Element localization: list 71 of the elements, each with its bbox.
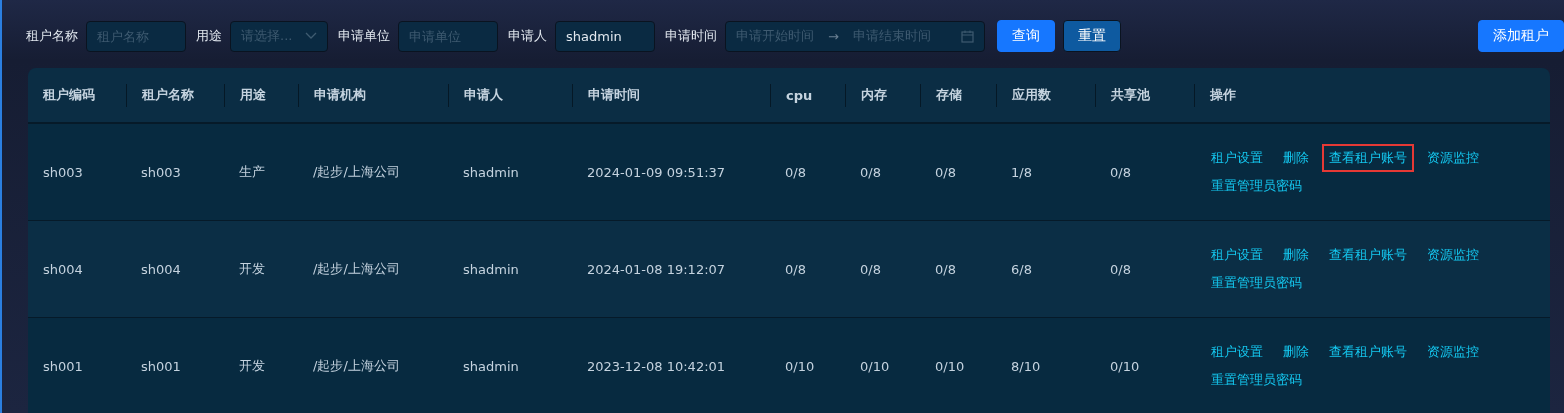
table-cell: 2024-01-08 19:12:07 (587, 261, 726, 277)
table-cell: 2023-12-08 10:42:01 (587, 358, 726, 374)
input-field[interactable]: shadmin (555, 20, 655, 52)
table-cell: 开发 (239, 261, 265, 276)
table-cell: 0/8 (860, 261, 881, 277)
table-cell: 0/10 (1110, 358, 1140, 374)
action-link[interactable]: 删除 (1276, 241, 1316, 269)
filter-label: 用途 (196, 27, 222, 45)
table-cell: 0/8 (785, 261, 806, 277)
search-button[interactable]: 查询 (997, 20, 1055, 52)
column-header: 用途 (240, 86, 266, 104)
table-cell: 0/10 (860, 358, 890, 374)
table-cell: 0/10 (785, 358, 815, 374)
calendar-icon (961, 29, 974, 43)
action-link[interactable]: 资源监控 (1420, 144, 1486, 172)
table-cell: sh001 (43, 358, 83, 374)
column-header: 内存 (861, 86, 887, 104)
column-header: 应用数 (1012, 86, 1051, 104)
column-header: 申请时间 (588, 86, 640, 104)
table-cell: 0/8 (785, 164, 806, 180)
action-link[interactable]: 租户设置 (1204, 338, 1270, 366)
table-cell: 8/10 (1011, 358, 1041, 374)
add-button[interactable]: 添加租户 (1478, 20, 1564, 52)
table-cell: 0/8 (1110, 164, 1131, 180)
action-link[interactable]: 租户设置 (1204, 241, 1270, 269)
filter-label: 租户名称 (26, 27, 78, 45)
table-cell: 2024-01-09 09:51:37 (587, 164, 726, 180)
action-link[interactable]: 删除 (1276, 338, 1316, 366)
table-cell: shadmin (463, 358, 519, 374)
filter-label: 申请人 (508, 27, 547, 45)
table-cell: 生产 (239, 164, 265, 179)
filter-label: 申请单位 (338, 27, 390, 45)
table-cell: 1/8 (1011, 164, 1032, 180)
column-header: 申请机构 (314, 86, 366, 104)
table-cell: 0/8 (860, 164, 881, 180)
column-header: 租户编码 (43, 86, 95, 104)
reset-button[interactable]: 重置 (1063, 20, 1121, 52)
column-header: 操作 (1210, 86, 1236, 104)
table-cell: 开发 (239, 358, 265, 373)
column-header: cpu (786, 87, 813, 103)
action-link[interactable]: 查看租户账号 (1322, 338, 1414, 366)
column-header: 申请人 (464, 86, 503, 104)
table-cell: sh004 (141, 261, 181, 277)
chevron-down-icon (305, 32, 317, 40)
filter-label: 申请时间 (665, 27, 717, 45)
table-cell: /起步/上海公司 (313, 261, 400, 276)
column-header: 共享池 (1111, 86, 1150, 104)
action-link[interactable]: 重置管理员密码 (1204, 172, 1309, 200)
table-cell: 0/10 (935, 358, 965, 374)
column-header: 租户名称 (142, 86, 194, 104)
table-cell: 6/8 (1011, 261, 1032, 277)
action-link[interactable]: 查看租户账号 (1322, 144, 1414, 172)
table-cell: /起步/上海公司 (313, 164, 400, 179)
table-cell: sh003 (43, 164, 83, 180)
action-link[interactable]: 重置管理员密码 (1204, 366, 1309, 394)
table-cell: 0/8 (935, 261, 956, 277)
table-cell: 0/8 (935, 164, 956, 180)
table-cell: /起步/上海公司 (313, 358, 400, 373)
action-link[interactable]: 资源监控 (1420, 241, 1486, 269)
table-cell: sh001 (141, 358, 181, 374)
action-link[interactable]: 重置管理员密码 (1204, 269, 1309, 297)
action-link[interactable]: 资源监控 (1420, 338, 1486, 366)
table-cell: shadmin (463, 261, 519, 277)
action-link[interactable]: 查看租户账号 (1322, 241, 1414, 269)
table-cell: sh003 (141, 164, 181, 180)
column-header: 存储 (936, 86, 962, 104)
table-cell: shadmin (463, 164, 519, 180)
table-cell: 0/8 (1110, 261, 1131, 277)
table-cell: sh004 (43, 261, 83, 277)
action-link[interactable]: 删除 (1276, 144, 1316, 172)
action-link[interactable]: 租户设置 (1204, 144, 1270, 172)
